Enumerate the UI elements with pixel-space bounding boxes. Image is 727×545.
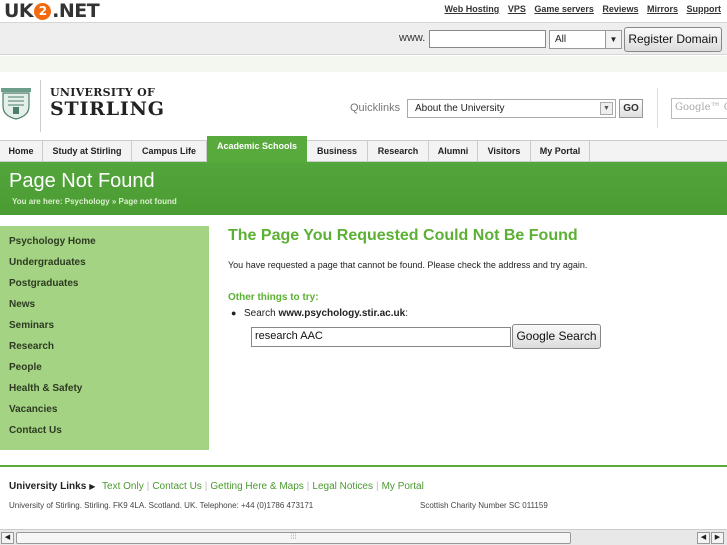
quicklinks-selected-value: About the University	[415, 103, 505, 114]
nav-item-academic-schools[interactable]: Academic Schools	[207, 136, 307, 162]
host-logo-suffix: .NET	[52, 0, 100, 22]
quicklinks-select[interactable]: About the University ▼	[407, 99, 616, 118]
sidebar-item-contact-us[interactable]: Contact Us	[9, 425, 62, 436]
search-site-name: www.psychology.stir.ac.uk	[278, 308, 406, 319]
chevron-down-icon: ▼	[605, 31, 621, 48]
nav-item-my-portal[interactable]: My Portal	[531, 141, 590, 161]
host-link-reviews[interactable]: Reviews	[602, 4, 638, 14]
other-things-heading: Other things to try:	[228, 292, 319, 303]
separator: |	[306, 481, 310, 492]
sidebar-item-research[interactable]: Research	[9, 341, 54, 352]
domain-input[interactable]	[429, 30, 546, 48]
not-found-message: You have requested a page that cannot be…	[228, 260, 588, 270]
logo-divider	[40, 80, 41, 132]
sidebar-item-psychology-home[interactable]: Psychology Home	[9, 236, 96, 247]
sidebar-item-undergraduates[interactable]: Undergraduates	[9, 257, 86, 268]
horizontal-scrollbar[interactable]: ◀ ⁞⁞⁞ ◀ ▶	[0, 529, 727, 545]
sidebar-item-people[interactable]: People	[9, 362, 42, 373]
register-domain-button[interactable]: Register Domain	[624, 27, 722, 52]
host-link-web-hosting[interactable]: Web Hosting	[444, 4, 499, 14]
chevron-down-icon: ▼	[600, 102, 613, 115]
sidebar-item-news[interactable]: News	[9, 299, 35, 310]
university-name-line2: STIRLING	[50, 98, 165, 120]
host-link-vps[interactable]: VPS	[508, 4, 526, 14]
footer-link-my-portal[interactable]: My Portal	[382, 481, 424, 492]
nav-item-alumni[interactable]: Alumni	[429, 141, 478, 161]
page-title: Page Not Found	[9, 170, 155, 192]
tld-select[interactable]: All ▼	[549, 30, 622, 49]
scrollbar-thumb[interactable]: ⁞⁞⁞	[16, 532, 571, 544]
host-bar: UK 2 .NET Web Hosting VPS Game servers Rev…	[0, 0, 727, 22]
footer-divider	[0, 465, 727, 467]
breadcrumb[interactable]: You are here: Psychology » Page not foun…	[12, 197, 177, 206]
go-button[interactable]: GO	[619, 99, 643, 118]
search-suffix: :	[405, 308, 408, 319]
bullet-icon: ●	[231, 308, 237, 318]
footer-link-contact-us[interactable]: Contact Us	[152, 481, 201, 492]
scroll-left-end-icon[interactable]: ◀	[697, 532, 710, 544]
sidebar: Psychology Home Undergraduates Postgradu…	[0, 226, 209, 450]
charity-number: Scottish Charity Number SC 011159	[420, 501, 548, 510]
university-header: UNIVERSITY OF STIRLING Quicklinks About …	[0, 72, 727, 140]
main-heading: The Page You Requested Could Not Be Foun…	[228, 227, 578, 244]
nav-item-study-at-stirling[interactable]: Study at Stirling	[43, 141, 132, 161]
host-logo-prefix: UK	[4, 0, 34, 22]
footer-links: University Links ▶ Text Only | Contact Us | G…	[9, 481, 424, 492]
search-divider	[657, 88, 658, 128]
page-banner: Page Not Found You are here: Psychology …	[0, 162, 727, 215]
host-link-mirrors[interactable]: Mirrors	[647, 4, 678, 14]
footer-link-legal-notices[interactable]: Legal Notices	[312, 481, 373, 492]
nav-item-home[interactable]: Home	[0, 141, 43, 161]
sidebar-item-vacancies[interactable]: Vacancies	[9, 404, 57, 415]
nav-item-campus-life[interactable]: Campus Life	[132, 141, 207, 161]
nav-item-visitors[interactable]: Visitors	[478, 141, 531, 161]
triangle-right-icon: ▶	[89, 482, 96, 491]
sidebar-item-postgraduates[interactable]: Postgraduates	[9, 278, 78, 289]
separator: |	[375, 481, 379, 492]
sidebar-item-health-safety[interactable]: Health & Safety	[9, 383, 82, 394]
footer-link-getting-here[interactable]: Getting Here & Maps	[210, 481, 303, 492]
nav-item-research[interactable]: Research	[368, 141, 429, 161]
host-logo[interactable]: UK 2 .NET	[4, 0, 100, 22]
google-custom-search-input[interactable]: Google™ Cu	[671, 98, 727, 119]
site-search-input[interactable]: research AAC	[251, 327, 511, 347]
separator: |	[146, 481, 150, 492]
tld-selected-value: All	[555, 34, 567, 45]
host-links: Web Hosting VPS Game servers Reviews Mir…	[438, 4, 721, 14]
search-site-text: Search www.psychology.stir.ac.uk:	[244, 308, 408, 319]
spacer-stripe	[0, 56, 727, 72]
nav-item-business[interactable]: Business	[307, 141, 368, 161]
quicklinks-label: Quicklinks	[350, 102, 401, 114]
scroll-left-icon[interactable]: ◀	[1, 532, 14, 544]
host-link-support[interactable]: Support	[687, 4, 722, 14]
host-link-game-servers[interactable]: Game servers	[534, 4, 594, 14]
domain-search-bar: www. All ▼ Register Domain	[0, 22, 727, 55]
www-label: www.	[399, 32, 426, 44]
host-logo-two: 2	[34, 3, 52, 20]
sidebar-item-seminars[interactable]: Seminars	[9, 320, 54, 331]
scroll-right-icon[interactable]: ▶	[711, 532, 724, 544]
main-nav: Home Study at Stirling Campus Life Acade…	[0, 136, 727, 162]
separator: |	[204, 481, 208, 492]
footer-link-text-only[interactable]: Text Only	[102, 481, 144, 492]
footer-address: University of Stirling. Stirling. FK9 4L…	[9, 501, 314, 510]
search-prefix: Search	[244, 308, 279, 319]
footer-links-label: University Links	[9, 481, 87, 492]
university-crest-icon[interactable]	[0, 86, 32, 120]
google-search-button[interactable]: Google Search	[512, 324, 601, 349]
